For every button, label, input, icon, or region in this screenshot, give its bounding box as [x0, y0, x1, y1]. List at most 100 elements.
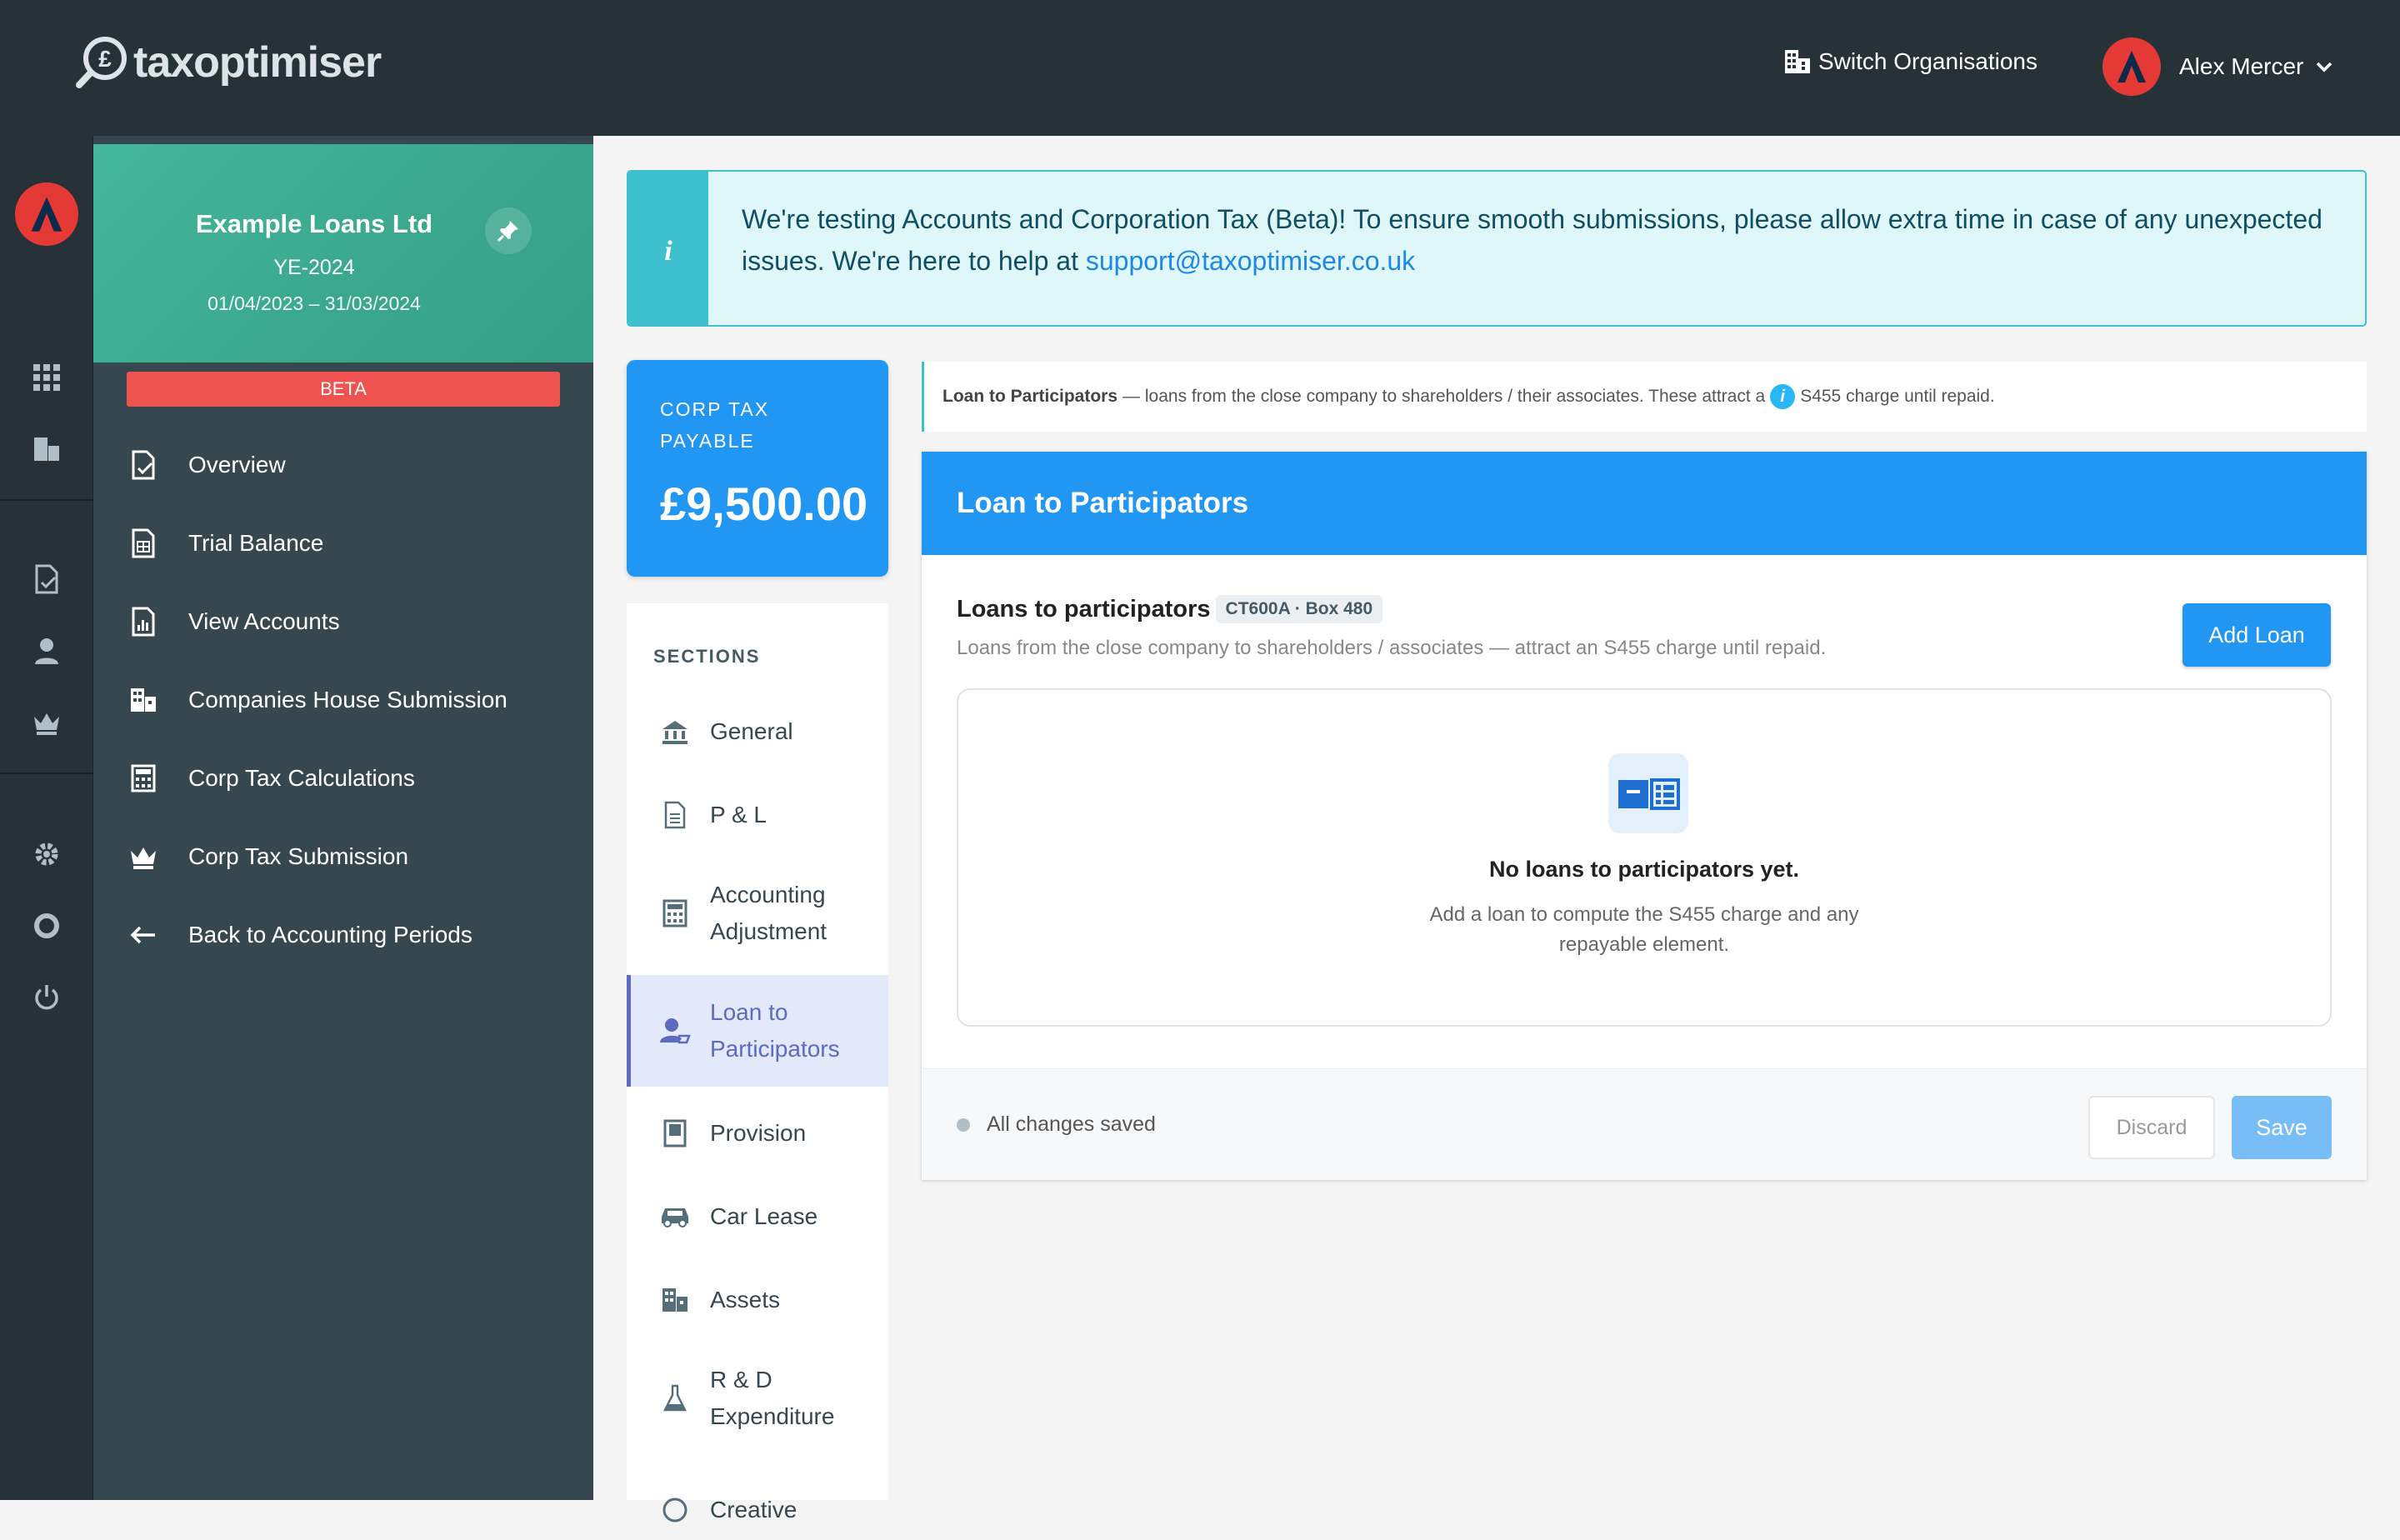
sidebar-item-overview[interactable]: Overview — [127, 440, 286, 490]
arrow-left-icon — [127, 918, 160, 952]
save-button[interactable]: Save — [2232, 1096, 2332, 1159]
empty-state-title: No loans to participators yet. — [1488, 857, 1800, 882]
empty-state: No loans to participators yet. Add a loa… — [957, 688, 2332, 1027]
sidebar-item-back-to-accounting-periods[interactable]: Back to Accounting Periods — [127, 910, 472, 960]
car-icon — [658, 1200, 692, 1233]
help-title: Loan to Participators — [942, 387, 1118, 406]
user-menu[interactable]: Alex Mercer — [2102, 38, 2333, 96]
section-provision[interactable]: Provision — [627, 1103, 888, 1163]
section-help-text: Loan to Participators — loans from the c… — [922, 362, 2367, 432]
sidebar-item-companies-house-submission[interactable]: Companies House Submission — [127, 675, 508, 725]
info-icon: i — [628, 172, 708, 325]
document-icon — [658, 798, 692, 832]
section-general[interactable]: General — [627, 702, 888, 762]
loans-title: Loans to participators — [957, 595, 1211, 622]
sidebar-item-label: Corp Tax Submission — [188, 843, 409, 869]
section-creative[interactable]: Creative — [627, 1480, 888, 1540]
loan-to-participators-panel: Loan to Participators Loans to participa… — [922, 452, 2367, 1180]
save-status: All changes saved — [957, 1112, 1156, 1137]
loans-heading: Loans to participators CT600A · Box 480 — [957, 595, 1383, 623]
avatar-letter-icon — [31, 197, 62, 232]
organisation-name: Example Loans Ltd — [195, 209, 433, 238]
spreadsheet-icon — [127, 527, 160, 560]
avatar[interactable] — [2102, 38, 2161, 96]
add-loan-button[interactable]: Add Loan — [2182, 603, 2331, 667]
app-name: taxoptimiser — [133, 38, 382, 87]
rail-avatar[interactable] — [15, 182, 78, 246]
sidebar-item-trial-balance[interactable]: Trial Balance — [127, 518, 323, 568]
section-label: Car Lease — [710, 1203, 818, 1229]
sidebar-item-label: Trial Balance — [188, 530, 324, 556]
panel-footer: All changes saved Discard Save — [922, 1068, 2367, 1180]
status-dot — [957, 1118, 970, 1132]
section-car-lease[interactable]: Car Lease — [627, 1187, 888, 1247]
person-icon[interactable] — [30, 634, 63, 668]
crown-icon[interactable] — [30, 706, 63, 739]
discard-button[interactable]: Discard — [2088, 1096, 2215, 1159]
document-check-icon[interactable] — [30, 562, 63, 596]
empty-state-text: Add a loan to compute the S455 charge an… — [1429, 903, 1859, 956]
magnifier-pound-icon: £ — [76, 37, 127, 88]
help-text: — loans from the close company to shareh… — [1122, 387, 1766, 406]
building-icon — [1785, 50, 1810, 73]
sidebar-item-corp-tax-calculations[interactable]: Corp Tax Calculations — [127, 753, 415, 803]
sidebar-item-label: Corp Tax Calculations — [188, 765, 415, 791]
sidebar-item-label: Companies House Submission — [188, 687, 508, 712]
svg-text:£: £ — [98, 46, 112, 72]
bank-icon — [658, 715, 692, 748]
apps-grid-icon[interactable] — [30, 361, 63, 394]
sections-nav: SECTIONS General P & L Accounting Adjust… — [627, 603, 888, 1522]
switch-organisations-label: Switch Organisations — [1818, 48, 2038, 74]
power-icon[interactable] — [30, 981, 63, 1014]
gear-icon[interactable] — [30, 838, 63, 871]
section-label: General — [710, 718, 793, 744]
sidebar-item-view-accounts[interactable]: View Accounts — [127, 597, 340, 647]
top-bar: £ taxoptimiser Switch Organisations Alex… — [0, 0, 2400, 136]
switch-organisations-button[interactable]: Switch Organisations — [1783, 48, 2038, 75]
corp-tax-payable-card: CORP TAX PAYABLE £9,500.00 — [627, 360, 888, 577]
section-p-and-l[interactable]: P & L — [627, 785, 888, 845]
section-assets[interactable]: Assets — [627, 1270, 888, 1330]
chevron-down-icon — [2317, 62, 2332, 72]
beta-info-banner: i We're testing Accounts and Corporation… — [627, 170, 2367, 327]
banner-message: We're testing Accounts and Corporation T… — [742, 198, 2342, 282]
avatar-letter-icon — [2118, 51, 2146, 82]
icon-rail — [0, 136, 93, 1500]
app-logo[interactable]: £ taxoptimiser — [75, 33, 382, 92]
ct600a-badge: CT600A · Box 480 — [1215, 595, 1383, 623]
palette-icon — [658, 1493, 692, 1527]
section-label: Loan to Participators — [710, 999, 840, 1062]
building-icon — [127, 683, 160, 717]
corp-tax-label: CORP TAX PAYABLE — [660, 398, 770, 452]
section-label: R & D Expenditure — [710, 1367, 835, 1429]
section-label: Accounting Adjustment — [710, 882, 828, 944]
banner-text: We're testing Accounts and Corporation T… — [742, 204, 2322, 276]
crown-icon — [127, 840, 160, 873]
building-icon[interactable] — [30, 432, 63, 466]
pin-icon[interactable] — [485, 208, 532, 254]
section-accounting-adjustment[interactable]: Accounting Adjustment — [627, 868, 888, 958]
sections-title: SECTIONS — [653, 646, 761, 667]
calculator-icon — [658, 897, 692, 930]
lifebuoy-icon[interactable] — [30, 909, 63, 942]
report-icon — [127, 605, 160, 638]
sidebar-item-label: Overview — [188, 452, 286, 478]
sidebar-item-corp-tax-submission[interactable]: Corp Tax Submission — [127, 832, 408, 882]
sidebar-item-label: View Accounts — [188, 608, 340, 634]
loans-subtitle: Loans from the close company to sharehol… — [957, 637, 1827, 659]
section-label: Assets — [710, 1287, 781, 1312]
info-icon[interactable]: i — [1770, 384, 1796, 409]
user-name: Alex Mercer — [2179, 53, 2304, 79]
section-r-and-d-expenditure[interactable]: R & D Expenditure — [627, 1353, 888, 1443]
document-check-icon — [127, 448, 160, 482]
sidebar: Example Loans Ltd YE-2024 01/04/2023 – 3… — [93, 136, 593, 1500]
rail-divider — [0, 499, 93, 501]
panel-title: Loan to Participators — [922, 452, 2367, 555]
organisation-card: Example Loans Ltd YE-2024 01/04/2023 – 3… — [93, 144, 593, 362]
section-label: P & L — [710, 802, 767, 828]
section-label: Creative — [710, 1497, 798, 1522]
building-icon — [658, 1283, 692, 1317]
loan-register-icon — [1608, 753, 1688, 833]
support-email-link[interactable]: support@taxoptimiser.co.uk — [1086, 246, 1415, 276]
section-loan-to-participators[interactable]: Loan to Participators — [627, 975, 888, 1087]
